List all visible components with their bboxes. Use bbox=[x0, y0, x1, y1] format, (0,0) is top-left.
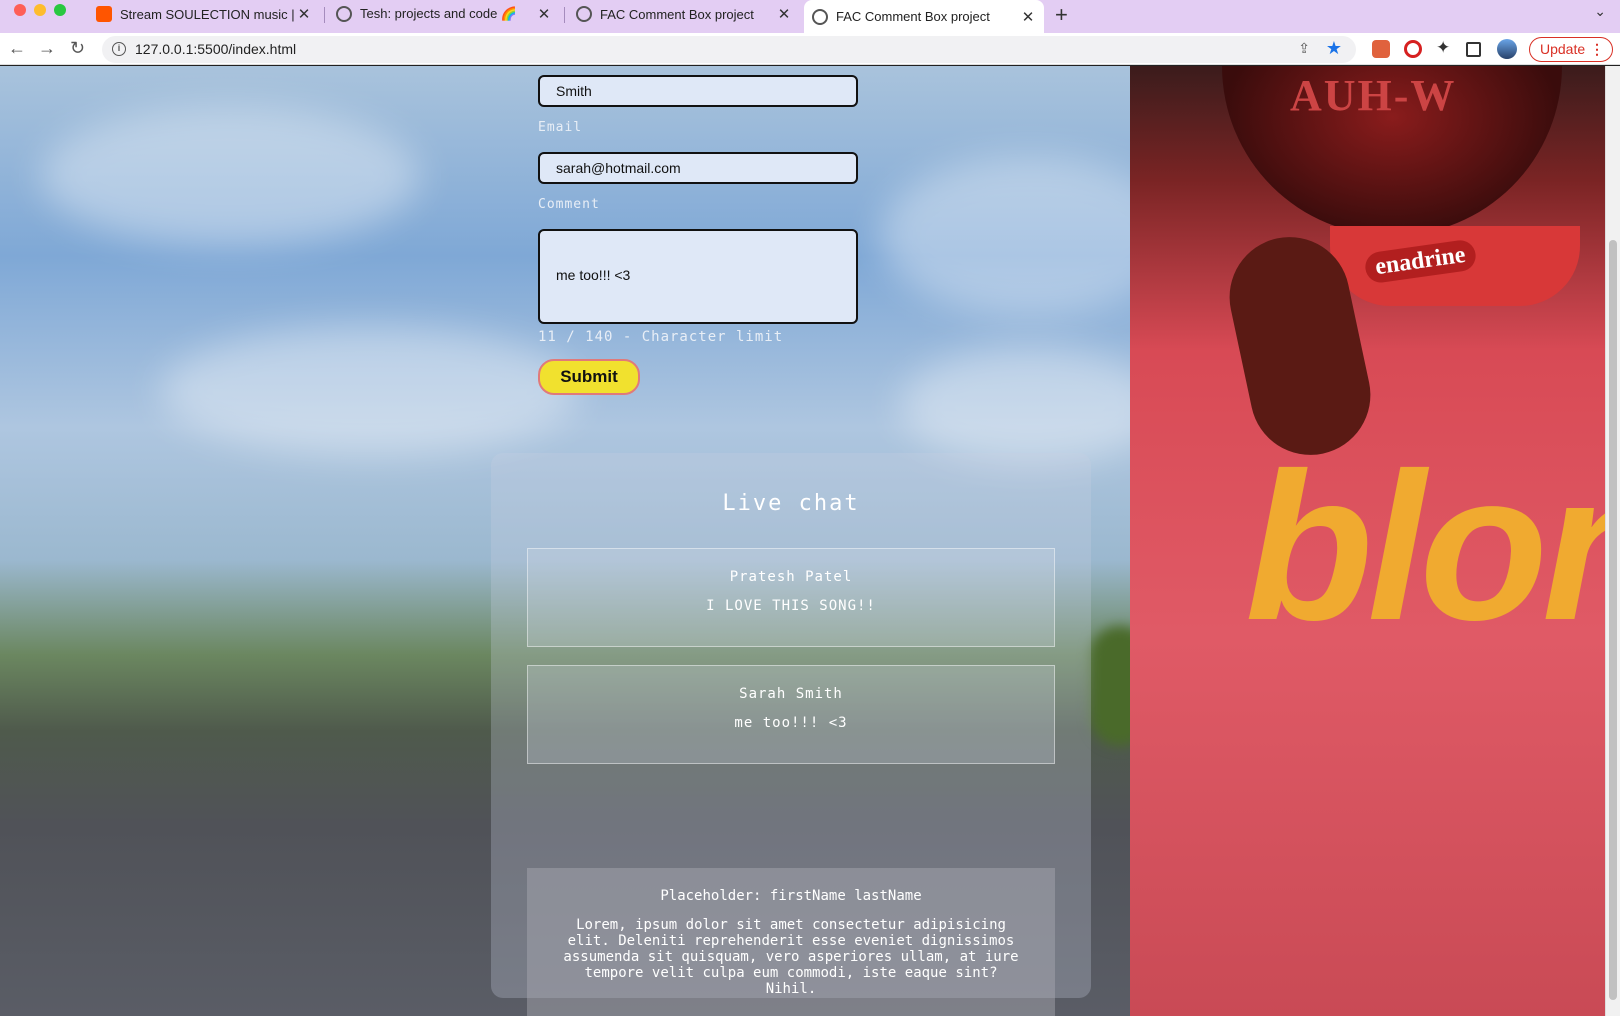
helmet-lettering: AUH-W bbox=[1290, 71, 1457, 120]
placeholder-message: Placeholder: firstName lastName Lorem, i… bbox=[527, 868, 1055, 1016]
background-cloud bbox=[160, 326, 580, 456]
background-cloud bbox=[900, 346, 1160, 466]
chat-message: Sarah Smith me too!!! <3 bbox=[527, 665, 1055, 764]
url-text[interactable]: 127.0.0.1:5500/index.html bbox=[135, 41, 296, 57]
address-bar[interactable]: i 127.0.0.1:5500/index.html ⇪ ★ bbox=[102, 36, 1356, 63]
tab-title: FAC Comment Box project bbox=[600, 6, 754, 22]
extension-icon[interactable] bbox=[1372, 40, 1390, 58]
placeholder-text: Lorem, ipsum dolor sit amet consectetur … bbox=[563, 917, 1019, 997]
chat-message: Pratesh Patel I LOVE THIS SONG!! bbox=[527, 548, 1055, 647]
close-window-button[interactable] bbox=[14, 4, 26, 16]
update-button[interactable]: Update ⋮ bbox=[1529, 37, 1613, 62]
bookmark-star-icon[interactable]: ★ bbox=[1326, 38, 1342, 59]
update-label: Update bbox=[1540, 41, 1586, 57]
background-cloud bbox=[40, 106, 420, 246]
close-tab-icon[interactable]: ✕ bbox=[1020, 8, 1036, 26]
close-tab-icon[interactable]: ✕ bbox=[296, 5, 312, 23]
message-author: Sarah Smith bbox=[739, 686, 843, 702]
puzzle-icon[interactable]: ✦ bbox=[1436, 38, 1454, 57]
browser-toolbar: ← → ↻ i 127.0.0.1:5500/index.html ⇪ ★ ✦ … bbox=[0, 33, 1620, 65]
email-field[interactable]: sarah@hotmail.com bbox=[538, 152, 858, 184]
placeholder-author: Placeholder: firstName lastName bbox=[660, 888, 922, 904]
opera-icon[interactable] bbox=[1404, 40, 1422, 58]
message-author: Pratesh Patel bbox=[729, 569, 853, 585]
album-title-graphic: blon bbox=[1245, 429, 1605, 664]
submit-button[interactable]: Submit bbox=[538, 359, 640, 395]
minimize-window-button[interactable] bbox=[34, 4, 46, 16]
menu-dots-icon[interactable]: ⋮ bbox=[1590, 38, 1604, 61]
last-name-field[interactable]: Smith bbox=[538, 75, 858, 107]
tab-title: Tesh: projects and code 🌈 bbox=[360, 6, 518, 21]
email-label: Email bbox=[538, 120, 583, 135]
close-tab-icon[interactable]: ✕ bbox=[776, 5, 792, 23]
tab-title: Stream SOULECTION music | L bbox=[120, 6, 296, 22]
chevron-down-icon[interactable]: ⌄ bbox=[1594, 3, 1606, 20]
tab-separator bbox=[324, 7, 325, 23]
maximize-window-button[interactable] bbox=[54, 4, 66, 16]
avatar[interactable] bbox=[1497, 39, 1517, 59]
info-icon[interactable]: i bbox=[112, 42, 126, 56]
tab-title: FAC Comment Box project bbox=[836, 9, 990, 24]
scrollbar-thumb[interactable] bbox=[1609, 240, 1617, 1000]
forward-button[interactable]: → bbox=[38, 38, 56, 59]
reload-button[interactable]: ↻ bbox=[70, 38, 85, 59]
globe-icon bbox=[336, 6, 352, 22]
comment-label: Comment bbox=[538, 197, 600, 212]
tab-separator bbox=[564, 7, 565, 23]
share-icon[interactable]: ⇪ bbox=[1298, 40, 1310, 57]
live-chat-panel: Live chat Pratesh Patel I LOVE THIS SONG… bbox=[491, 453, 1091, 1016]
message-text: me too!!! <3 bbox=[734, 715, 848, 731]
comment-field[interactable]: me too!!! <3 bbox=[538, 229, 858, 324]
sidebar-icon[interactable] bbox=[1466, 42, 1481, 57]
message-text: I LOVE THIS SONG!! bbox=[706, 598, 876, 614]
chat-title: Live chat bbox=[722, 491, 860, 516]
tab-bar: Stream SOULECTION music | L ✕ Tesh: proj… bbox=[0, 0, 1620, 33]
globe-icon bbox=[576, 6, 592, 22]
new-tab-button[interactable]: + bbox=[1055, 2, 1068, 28]
tab-tesh[interactable]: Tesh: projects and code 🌈 ✕ bbox=[328, 0, 560, 28]
globe-icon bbox=[812, 8, 828, 25]
tab-fac-1[interactable]: FAC Comment Box project ✕ bbox=[568, 0, 800, 28]
tab-soulection[interactable]: Stream SOULECTION music | L ✕ bbox=[88, 0, 320, 28]
back-button[interactable]: ← bbox=[8, 38, 26, 59]
tab-fac-active[interactable]: FAC Comment Box project ✕ bbox=[804, 0, 1044, 33]
soundcloud-icon bbox=[96, 6, 112, 22]
page-viewport: AUH-W enadrine blon Smith Email sarah@ho… bbox=[0, 66, 1605, 1016]
character-counter: 11 / 140 - Character limit bbox=[538, 329, 784, 345]
close-tab-icon[interactable]: ✕ bbox=[536, 5, 552, 23]
